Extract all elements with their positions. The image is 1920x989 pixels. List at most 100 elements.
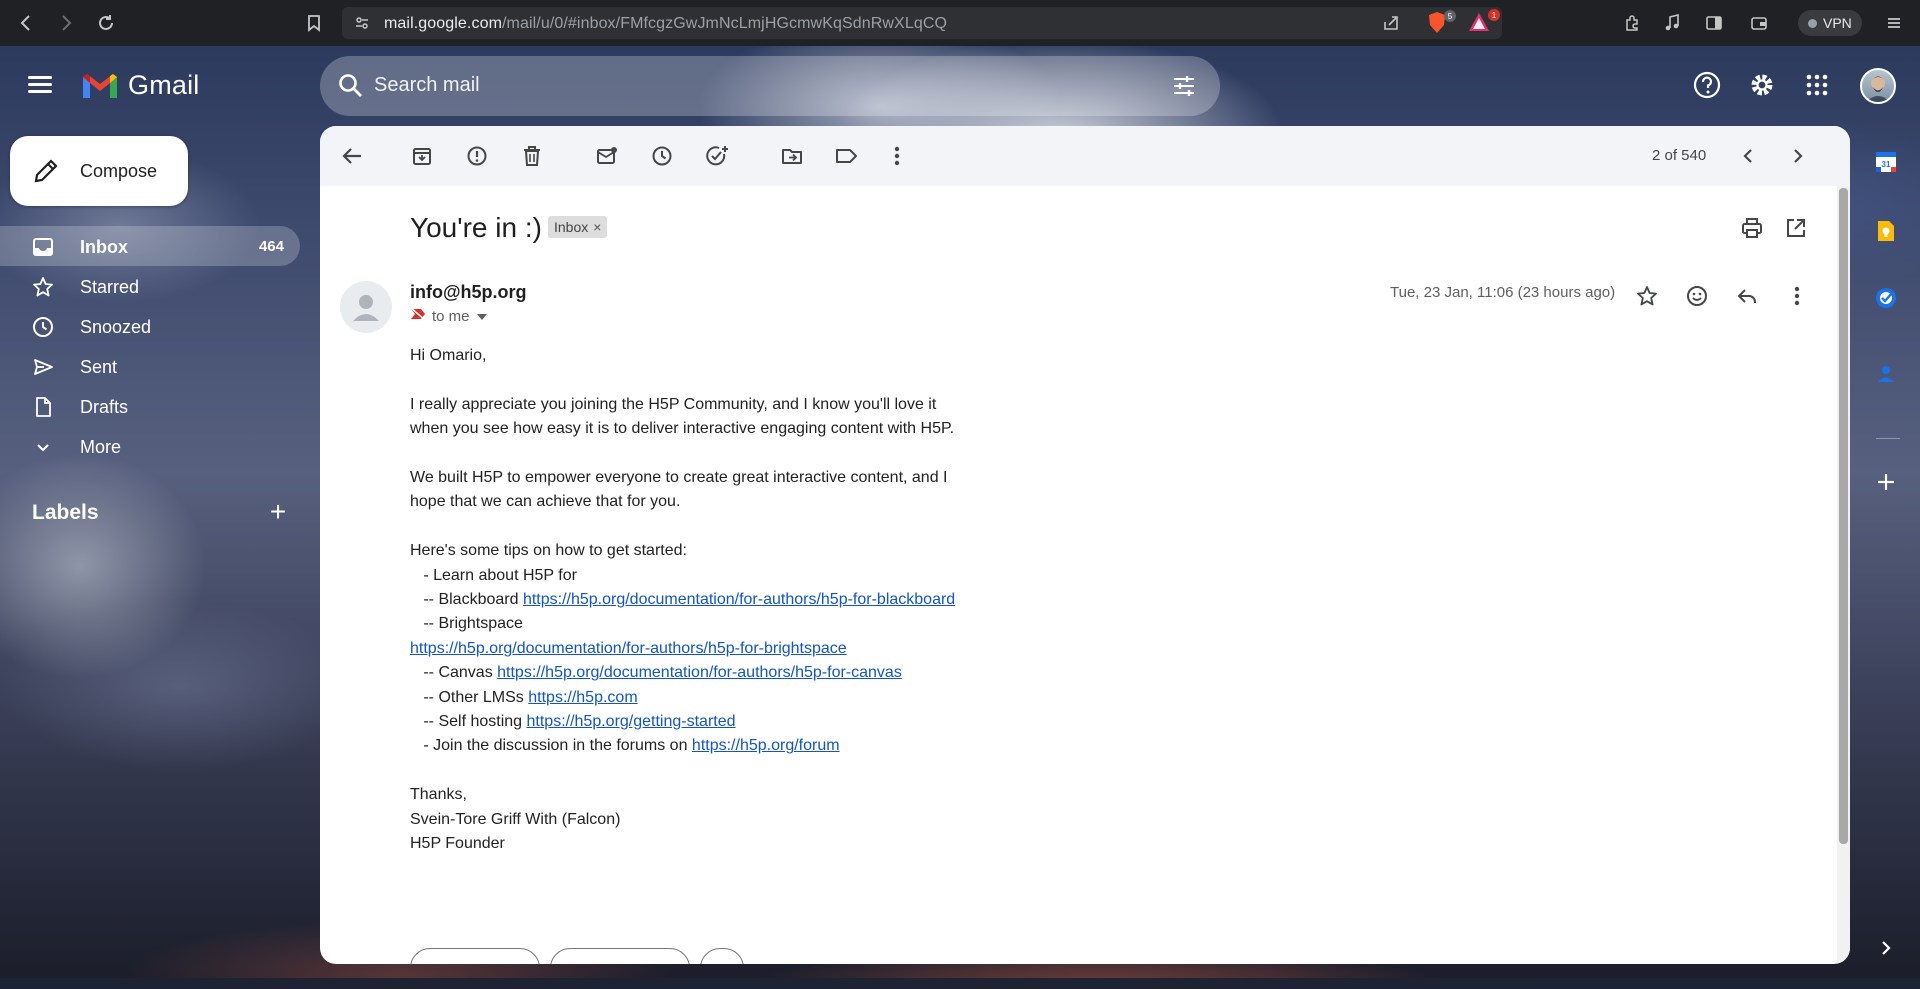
gmail-logo[interactable]: Gmail	[80, 70, 200, 101]
media-icon[interactable]	[1658, 9, 1686, 37]
calendar-icon[interactable]: 31	[1870, 146, 1902, 178]
reply-icon[interactable]	[1732, 281, 1762, 311]
rail-divider	[1876, 438, 1900, 439]
move-to-icon[interactable]	[778, 142, 806, 170]
compose-label: Compose	[80, 161, 158, 181]
site-info-icon[interactable]	[354, 15, 370, 36]
gmail-m-icon	[83, 73, 117, 98]
extensions-icon[interactable]	[1618, 9, 1646, 37]
sidebar-item-snoozed[interactable]: Snoozed	[0, 306, 300, 346]
unread-count: 464	[258, 238, 284, 255]
star-icon	[32, 276, 54, 298]
main-menu-icon[interactable]	[28, 72, 60, 100]
print-icon[interactable]	[1738, 214, 1766, 242]
sidebar-item-starred[interactable]: Starred	[0, 266, 300, 306]
search-options-icon[interactable]	[1172, 74, 1196, 103]
forward-icon[interactable]	[52, 9, 80, 37]
newer-message-icon[interactable]	[1734, 142, 1762, 170]
sender-avatar[interactable]	[340, 281, 392, 333]
older-message-icon[interactable]	[1784, 142, 1812, 170]
browser-toolbar: mail.google.com/mail/u/0/#inbox/FMfcgzGw…	[0, 0, 1920, 46]
body-thanks: Thanks,	[410, 786, 467, 804]
scrollbar-thumb[interactable]	[1839, 188, 1848, 844]
body-line: Here's some tips on how to get started:	[410, 542, 687, 560]
emoji-button[interactable]	[700, 948, 744, 964]
sidebar-item-label: Drafts	[80, 397, 129, 417]
report-spam-icon[interactable]	[463, 142, 491, 170]
address-bar[interactable]: mail.google.com/mail/u/0/#inbox/FMfcgzGw…	[342, 7, 1502, 39]
sidebar-item-label: Snoozed	[80, 317, 152, 337]
message-more-icon[interactable]	[1782, 281, 1812, 311]
link-self-hosting[interactable]: https://h5p.org/getting-started	[527, 713, 736, 730]
sidebar-toggle-icon[interactable]	[1700, 9, 1728, 37]
search-icon[interactable]	[338, 73, 364, 104]
account-avatar[interactable]	[1860, 68, 1896, 104]
chevron-down-icon	[32, 436, 54, 458]
more-options-icon[interactable]	[883, 142, 911, 170]
link-blackboard[interactable]: https://h5p.org/documentation/for-author…	[523, 591, 955, 608]
forward-button[interactable]	[550, 948, 690, 964]
archive-icon[interactable]	[408, 142, 436, 170]
signature-title: H5P Founder	[410, 835, 505, 853]
tip-forum: - Join the discussion in the forums on h…	[410, 737, 840, 755]
open-new-window-icon[interactable]	[1782, 214, 1810, 242]
add-task-icon[interactable]	[703, 142, 731, 170]
brave-rewards-icon[interactable]	[1468, 12, 1490, 37]
remove-label-icon[interactable]: ×	[593, 219, 601, 235]
tip-self-hosting: -- Self hosting https://h5p.org/getting-…	[410, 713, 736, 731]
label-chip-text: Inbox	[554, 219, 589, 235]
vpn-button[interactable]: VPN	[1798, 10, 1862, 36]
sidebar-item-more[interactable]: More	[0, 426, 300, 466]
send-icon	[32, 356, 54, 378]
sender-address[interactable]: info@h5p.org	[410, 282, 527, 303]
tasks-icon[interactable]	[1870, 282, 1902, 314]
inbox-label-chip[interactable]: Inbox ×	[548, 216, 608, 238]
expand-panel-icon[interactable]	[1870, 932, 1902, 964]
reload-icon[interactable]	[92, 9, 120, 37]
emoji-reaction-icon[interactable]	[1682, 281, 1712, 311]
back-to-inbox-icon[interactable]	[338, 142, 366, 170]
message-body: Hi Omario, I really appreciate you joini…	[410, 344, 1130, 856]
search-bar[interactable]	[320, 56, 1220, 116]
back-icon[interactable]	[12, 9, 40, 37]
add-label-icon[interactable]: +	[264, 498, 292, 526]
important-marker-icon[interactable]	[410, 307, 426, 325]
wallet-icon[interactable]	[1745, 9, 1773, 37]
rewards-count-badge: 1	[1488, 9, 1500, 21]
recipient-text: to me	[432, 307, 470, 325]
help-icon[interactable]	[1690, 68, 1724, 102]
sidebar-item-label: Inbox	[80, 237, 128, 257]
link-canvas[interactable]: https://h5p.org/documentation/for-author…	[497, 664, 902, 681]
get-addons-icon[interactable]	[1870, 466, 1902, 498]
label-icon[interactable]	[833, 142, 861, 170]
signature-name: Svein-Tore Griff With (Falcon)	[410, 810, 621, 828]
contacts-icon[interactable]	[1870, 357, 1902, 389]
recipient-line: to me	[410, 307, 488, 325]
sidebar-item-label: Sent	[80, 357, 118, 377]
sidebar-item-sent[interactable]: Sent	[0, 346, 300, 386]
sidebar-item-inbox[interactable]: Inbox 464	[0, 226, 300, 266]
link-brightspace[interactable]: https://h5p.org/documentation/for-author…	[410, 640, 847, 657]
mark-unread-icon[interactable]	[593, 142, 621, 170]
search-input[interactable]	[374, 74, 1074, 97]
link-forum[interactable]: https://h5p.org/forum	[692, 737, 840, 754]
compose-button[interactable]: Compose	[10, 136, 188, 206]
browser-menu-icon[interactable]	[1880, 9, 1908, 37]
body-line: hope that we can achieve that for you.	[410, 493, 681, 511]
svg-text:31: 31	[1882, 160, 1891, 169]
bookmark-icon[interactable]	[300, 9, 328, 37]
sidebar-item-drafts[interactable]: Drafts	[0, 386, 300, 426]
reply-button[interactable]	[410, 948, 540, 964]
vpn-label: VPN	[1823, 15, 1852, 31]
pager-count: 2 of 540	[1652, 147, 1707, 164]
star-message-icon[interactable]	[1632, 281, 1662, 311]
delete-icon[interactable]	[518, 142, 546, 170]
link-other-lms[interactable]: https://h5p.com	[528, 689, 637, 706]
keep-icon[interactable]	[1870, 215, 1902, 247]
share-icon[interactable]	[1382, 14, 1400, 37]
show-details-icon[interactable]	[476, 308, 488, 325]
apps-grid-icon[interactable]	[1800, 68, 1834, 102]
snooze-icon[interactable]	[648, 142, 676, 170]
settings-icon[interactable]	[1745, 68, 1779, 102]
tip-other-lms: -- Other LMSs https://h5p.com	[410, 688, 638, 706]
